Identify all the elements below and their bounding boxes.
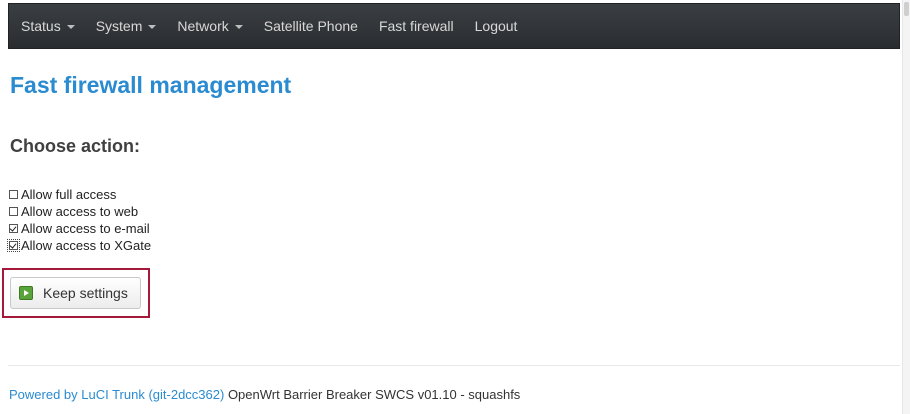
option-web-access[interactable]: Allow access to web: [9, 203, 151, 220]
option-web-access-label: Allow access to web: [21, 204, 139, 219]
nav-status[interactable]: Status: [21, 18, 75, 34]
nav-fast-firewall-label: Fast firewall: [378, 18, 454, 34]
option-full-access-label: Allow full access: [21, 187, 117, 202]
nav-status-label: Status: [21, 18, 61, 34]
page: Status System Network Satellite Phone Fa…: [0, 0, 910, 414]
nav-system-label: System: [95, 18, 143, 34]
option-full-access[interactable]: Allow full access: [9, 186, 151, 203]
nav-system[interactable]: System: [96, 18, 157, 34]
nav-satellite-phone-label: Satellite Phone: [263, 18, 358, 34]
nav-logout-label: Logout: [474, 18, 518, 34]
checkbox-email-access[interactable]: [9, 224, 18, 233]
scrollbar-thumb[interactable]: [904, 2, 909, 16]
option-xgate-access-label: Allow access to XGate: [21, 238, 152, 253]
keep-settings-label: Keep settings: [43, 285, 128, 301]
chevron-down-icon: [234, 25, 243, 29]
nav-logout[interactable]: Logout: [475, 18, 518, 34]
keep-settings-button[interactable]: Keep settings: [10, 277, 141, 309]
checkbox-web-access[interactable]: [9, 207, 18, 216]
option-email-access[interactable]: Allow access to e-mail: [9, 220, 151, 237]
top-navbar: Status System Network Satellite Phone Fa…: [8, 3, 900, 49]
chevron-down-icon: [66, 25, 75, 29]
nav-network-label: Network: [177, 18, 229, 34]
nav-network[interactable]: Network: [177, 18, 243, 34]
nav-satellite-phone[interactable]: Satellite Phone: [264, 18, 358, 34]
nav-fast-firewall[interactable]: Fast firewall: [379, 18, 454, 34]
section-title: Choose action:: [10, 136, 141, 156]
vertical-scrollbar[interactable]: [902, 0, 910, 414]
play-icon: [19, 286, 33, 300]
luci-link[interactable]: Powered by LuCI Trunk (git-2dcc362): [9, 387, 224, 402]
footer-divider: [8, 365, 900, 366]
checkbox-full-access[interactable]: [9, 190, 18, 199]
footer-version-text: OpenWrt Barrier Breaker SWCS v01.10 - sq…: [224, 387, 521, 402]
action-options: Allow full access Allow access to web Al…: [7, 186, 152, 254]
option-email-access-label: Allow access to e-mail: [21, 221, 150, 236]
footer: Powered by LuCI Trunk (git-2dcc362) Open…: [9, 387, 520, 402]
page-title: Fast firewall management: [10, 72, 292, 98]
checkbox-xgate-access[interactable]: [7, 239, 20, 252]
option-xgate-access[interactable]: Allow access to XGate: [7, 237, 152, 254]
chevron-down-icon: [148, 25, 157, 29]
